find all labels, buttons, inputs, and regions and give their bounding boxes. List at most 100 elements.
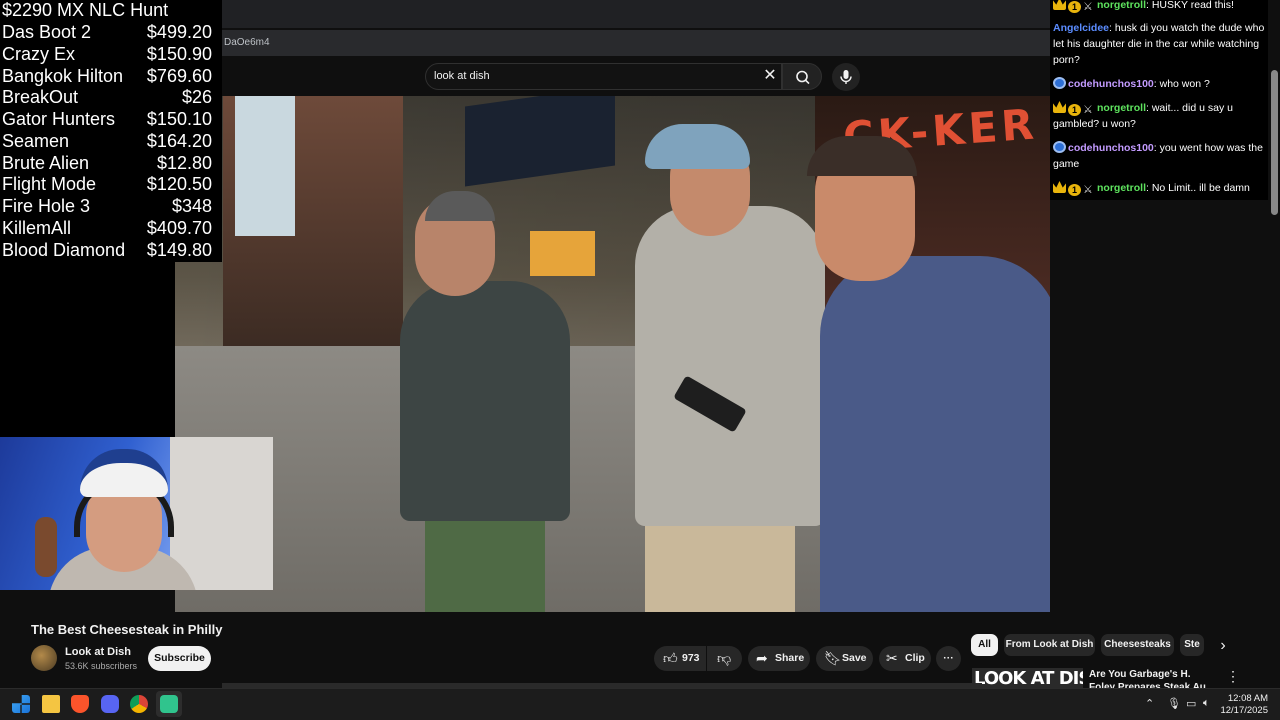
search-button[interactable] [782, 63, 822, 90]
slot-name: BreakOut [2, 87, 79, 108]
microphone-icon[interactable]: 🎙︎ [1167, 697, 1181, 710]
file-explorer-icon[interactable] [42, 695, 60, 713]
clock-date[interactable]: 12/17/2025 [1214, 705, 1268, 716]
bonus-hunt-row: Bangkok Hilton $769.60 [2, 66, 212, 88]
chat-text: : HUSKY read this! [1146, 0, 1234, 11]
video-awning [465, 96, 615, 187]
webcam-cap [80, 449, 168, 497]
chevron-right-icon[interactable]: › [1213, 636, 1233, 656]
slot-name: Seamen [2, 130, 70, 151]
voice-search-button[interactable] [832, 63, 860, 91]
taskbar [0, 688, 1280, 720]
more-actions-button[interactable]: ··· [936, 646, 961, 671]
thumbnail-text: LOOK AT DISH [974, 668, 1083, 689]
slot-amount: $348 [171, 196, 212, 216]
chat-username[interactable]: codehunchos100 [1068, 142, 1154, 154]
crown-icon [1053, 181, 1066, 193]
channel-name[interactable]: Look at Dish [65, 646, 131, 658]
chip-all[interactable]: All [971, 634, 998, 656]
chat-message: codehunchos100: who won ? [1053, 76, 1265, 92]
chat-text: : No Limit.. ill be damn [1146, 182, 1250, 194]
overlay-filler-bottom [0, 590, 175, 612]
chat-message: 1 ⚔ norgetroll: wait... did u say u gamble… [1053, 100, 1265, 132]
video-person-1-hair [425, 191, 495, 221]
video-shop-notice [530, 231, 595, 276]
chip-partial[interactable]: Ste [1180, 634, 1204, 656]
chip-cheesesteaks[interactable]: Cheesesteaks [1101, 634, 1174, 656]
chat-message: codehunchos100: you went how was the gam… [1053, 140, 1265, 172]
like-button[interactable]: 👍︎ 973 [654, 646, 706, 671]
slot-amount: $769.60 [146, 65, 212, 86]
slot-name: Bangkok Hilton [2, 65, 124, 86]
recommended-video-thumbnail[interactable]: LOOK AT DISH [972, 668, 1083, 690]
sword-icon: ⚔ [1083, 1, 1093, 13]
dislike-button[interactable]: 👎︎ [707, 646, 742, 671]
badge-one-icon: 1 [1068, 104, 1081, 116]
bonus-hunt-row: Blood Diamond $149.80 [2, 240, 212, 262]
chrome-icon[interactable] [130, 695, 148, 713]
slot-name: Blood Diamond [2, 239, 126, 260]
slot-amount: $499.20 [146, 22, 212, 42]
chat-username[interactable]: norgetroll [1097, 182, 1146, 194]
clip-button[interactable]: ✂ Clip [879, 646, 931, 671]
search-query-text[interactable]: look at dish [434, 70, 490, 82]
bonus-hunt-row: Crazy Ex $150.90 [2, 44, 212, 66]
slot-amount: $120.50 [146, 174, 212, 195]
slot-name: Brute Alien [2, 152, 90, 173]
thumbs-down-icon: 👎︎ [717, 650, 732, 666]
chat-panel-empty [1050, 200, 1280, 612]
chat-message: 1 ⚔ norgetroll: No Limit.. ill be damn [1053, 180, 1265, 196]
bonus-hunt-row: Gator Hunters $150.10 [2, 109, 212, 131]
slot-amount: $149.80 [146, 239, 212, 260]
slot-amount: $26 [181, 87, 212, 108]
video-person-2 [635, 206, 825, 526]
scissors-icon: ✂ [886, 650, 898, 666]
slot-amount: $12.80 [156, 152, 212, 173]
sword-icon: ⚔ [1083, 184, 1093, 196]
chat-message: 1 ⚔ norgetroll: HUSKY read this! [1053, 0, 1265, 13]
chat-username[interactable]: Angelcidee [1053, 22, 1109, 34]
display-icon[interactable]: ▭ [1186, 697, 1196, 710]
video-player[interactable]: CK-KER [175, 96, 1095, 613]
brave-browser-icon[interactable] [71, 695, 89, 713]
browser-tabstrip [222, 0, 1050, 28]
close-icon[interactable]: ✕ [760, 66, 780, 86]
app-icon[interactable] [160, 695, 178, 713]
bonus-hunt-panel: $2290 MX NLC Hunt Das Boot 2 $499.20 Crazy… [0, 0, 222, 262]
address-bar[interactable]: DaOe6m4 [222, 30, 1050, 56]
slot-amount: $164.20 [146, 130, 212, 151]
slot-name: Das Boot 2 [2, 22, 92, 42]
bonus-hunt-row: Das Boot 2 $499.20 [2, 22, 212, 44]
discord-icon[interactable] [101, 695, 119, 713]
video-title: The Best Cheesesteak in Philly [31, 622, 223, 637]
recommended-video-title[interactable]: Are You Garbage's H. Foley Prepares Stea… [1089, 668, 1219, 688]
bonus-hunt-row: Seamen $164.20 [2, 131, 212, 153]
crown-icon [1053, 0, 1066, 10]
bonus-hunt-row: BreakOut $26 [2, 87, 212, 109]
video-person-3 [820, 256, 1060, 613]
chip-from-channel[interactable]: From Look at Dish [1004, 634, 1095, 656]
share-label: Share [775, 652, 805, 664]
slot-name: Gator Hunters [2, 109, 116, 129]
chat-message: Angelcidee: husk di you watch the dude w… [1053, 20, 1265, 68]
bonus-hunt-title: $2290 MX NLC Hunt [2, 0, 169, 20]
chat-username[interactable]: codehunchos100 [1068, 78, 1154, 90]
chevron-up-icon[interactable]: ⌃ [1145, 697, 1154, 710]
chat-scrollbar-thumb[interactable] [1271, 70, 1278, 215]
globe-icon [1053, 141, 1066, 153]
bonus-hunt-row: Flight Mode $120.50 [2, 174, 212, 196]
chat-username[interactable]: norgetroll [1097, 102, 1146, 114]
more-vert-icon[interactable]: ⋮ [1226, 668, 1240, 686]
chat-username[interactable]: norgetroll [1097, 0, 1146, 11]
slot-name: Flight Mode [2, 174, 97, 195]
channel-avatar[interactable] [31, 645, 57, 671]
clock-time[interactable]: 12:08 AM [1224, 693, 1268, 704]
streamer-webcam [0, 437, 273, 590]
overlay-filler [0, 262, 175, 437]
video-sky [235, 96, 295, 236]
share-button[interactable]: ➦ Share [748, 646, 810, 671]
badge-one-icon: 1 [1068, 184, 1081, 196]
save-button[interactable]: 🔖︎ Save [816, 646, 873, 671]
subscribe-button[interactable]: Subscribe [148, 646, 211, 671]
speaker-icon[interactable]: 🔈︎ [1203, 697, 1210, 710]
